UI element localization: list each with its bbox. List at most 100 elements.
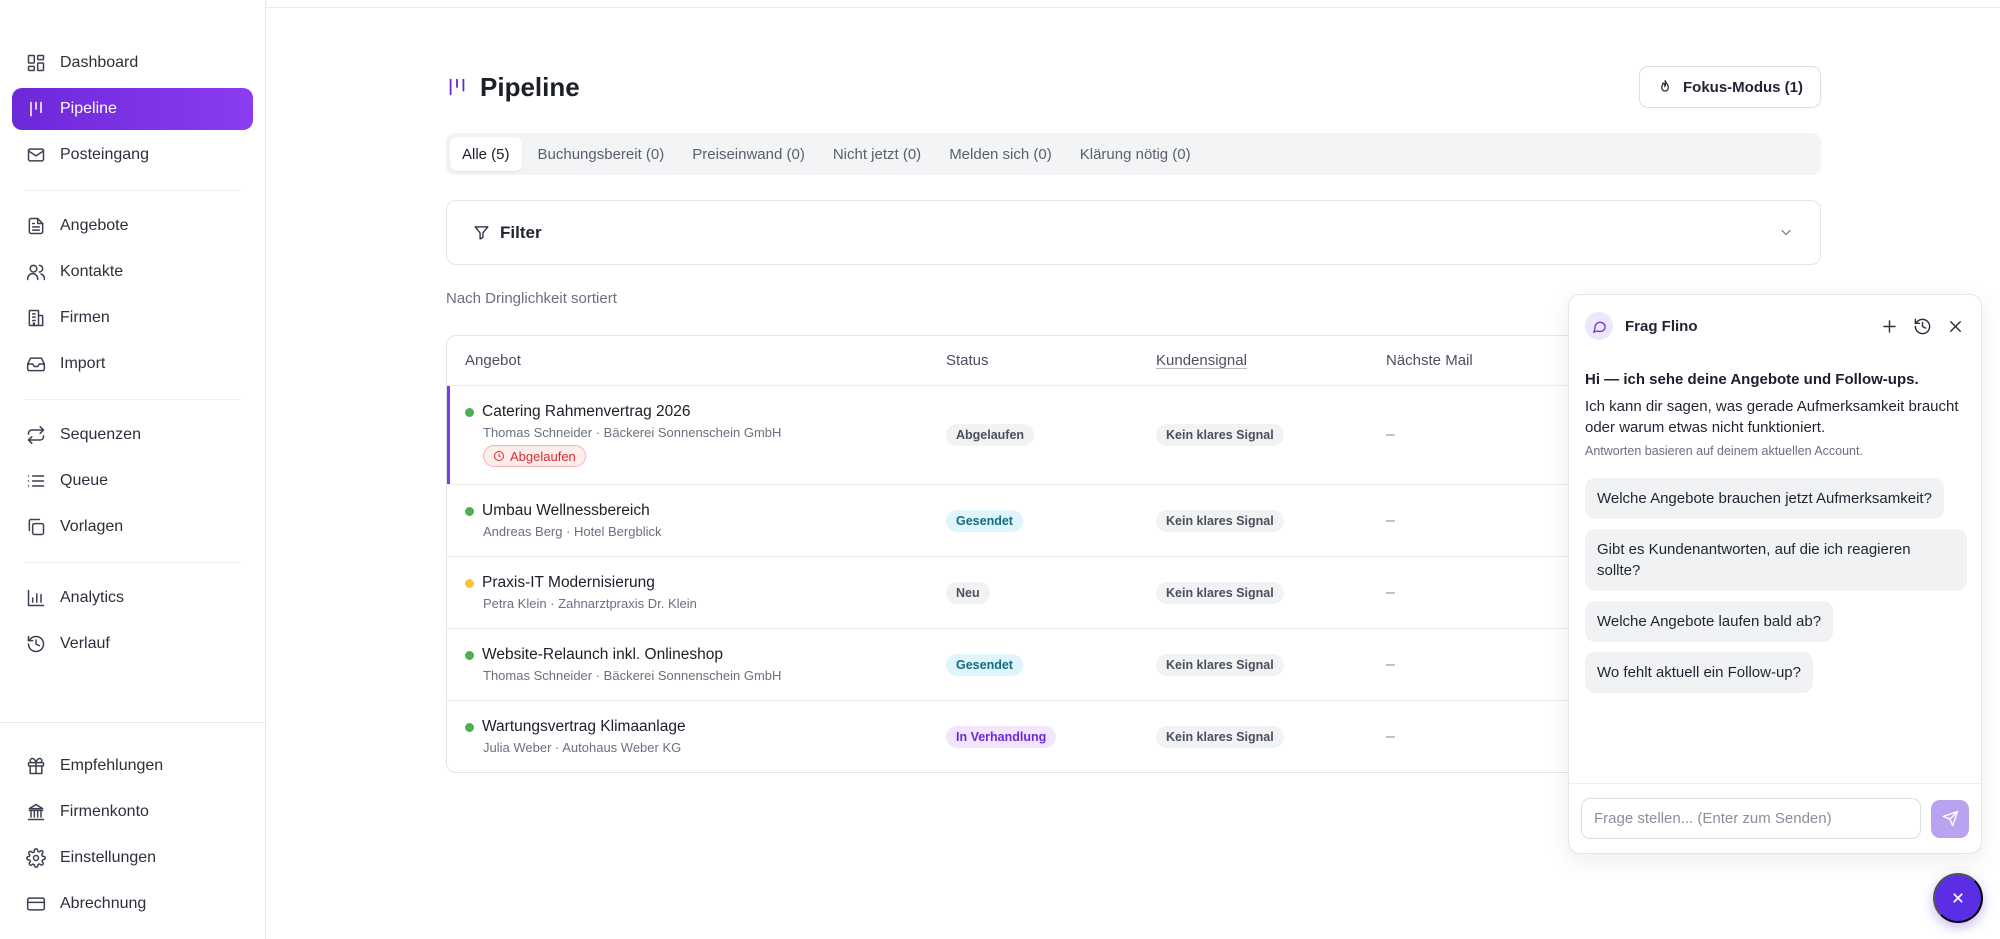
suggestion-chip[interactable]: Wo fehlt aktuell ein Follow-up? [1585,652,1813,693]
offer-title: Praxis-IT Modernisierung [482,574,655,591]
chat-intro-note: Antworten basieren auf deinem aktuellen … [1585,444,1863,458]
nav-group-data: Angebote Kontakte Firmen Import [0,205,265,385]
sidebar-item-firmenkonto[interactable]: Firmenkonto [12,791,253,833]
sidebar-item-import[interactable]: Import [12,343,253,385]
suggestion-chip[interactable]: Welche Angebote brauchen jetzt Aufmerksa… [1585,478,1944,519]
sidebar-item-label: Pipeline [60,100,117,117]
next-mail-cell: – [1386,426,1395,443]
tab-klaerung-noetig[interactable]: Klärung nötig (0) [1068,137,1203,171]
column-header-status[interactable]: Status [946,352,1156,369]
signal-badge: Kein klares Signal [1156,424,1284,446]
suggestion-chip[interactable]: Gibt es Kundenantworten, auf die ich rea… [1585,529,1967,591]
sidebar-item-sequenzen[interactable]: Sequenzen [12,414,253,456]
nav-group-account: Empfehlungen Firmenkonto Einstellungen A… [0,722,265,939]
sidebar-item-label: Empfehlungen [60,757,164,774]
nav-divider [24,190,241,191]
status-badge: Neu [946,581,990,604]
send-icon [1942,810,1958,827]
status-dot [465,722,474,732]
plus-icon[interactable] [1880,317,1899,336]
offer-cell: Website-Relaunch inkl. Onlineshop Thomas… [447,646,946,683]
sidebar-item-dashboard[interactable]: Dashboard [12,42,253,84]
chat-avatar [1585,312,1613,340]
tab-alle[interactable]: Alle (5) [450,137,522,171]
filter-label: Filter [500,222,542,242]
flame-icon [1661,80,1669,92]
signal-cell: Kein klares Signal [1156,653,1386,676]
status-dot [465,650,474,660]
expired-badge-label: Abgelaufen [510,448,576,464]
chat-header: Frag Flino [1569,295,1981,357]
tab-melden-sich[interactable]: Melden sich (0) [937,137,1064,171]
clock-icon [494,451,504,461]
gear-icon [26,848,46,868]
inbox-icon [26,357,46,372]
offer-cell: Umbau Wellnessbereich Andreas Berg · Hot… [447,502,946,539]
offer-contact: Thomas Schneider · Bäckerei Sonnenschein… [483,425,782,440]
sidebar-item-kontakte[interactable]: Kontakte [12,251,253,293]
sidebar-item-label: Kontakte [60,263,124,280]
focus-mode-label: Fokus-Modus (1) [1683,78,1803,96]
close-assistant-button[interactable] [1933,873,1983,923]
filter-header: Filter [473,223,542,243]
column-header-kundensignal[interactable]: Kundensignal [1156,352,1386,369]
sidebar-item-firmen[interactable]: Firmen [12,297,253,339]
offer-title-line: Catering Rahmenvertrag 2026 [465,403,946,421]
sidebar-item-abrechnung[interactable]: Abrechnung [12,883,253,925]
nav-divider [24,562,241,563]
offer-title-line: Umbau Wellnessbereich [465,502,946,520]
sidebar-item-analytics[interactable]: Analytics [12,577,253,619]
status-cell: Gesendet [946,653,1156,676]
history-icon[interactable] [1913,317,1932,336]
focus-mode-button[interactable]: Fokus-Modus (1) [1639,66,1821,108]
tab-buchungsbereit[interactable]: Buchungsbereit (0) [526,137,677,171]
copy-icon [28,518,45,536]
tab-preiseinwand[interactable]: Preiseinwand (0) [680,137,817,171]
offer-title: Website-Relaunch inkl. Onlineshop [482,646,723,663]
nav-divider [24,399,241,400]
sidebar-item-label: Einstellungen [60,849,157,866]
chat-intro-text: Ich kann dir sagen, was gerade Aufmerksa… [1585,398,1959,436]
column-header-label: Kundensignal [1156,352,1247,369]
sidebar-item-queue[interactable]: Queue [12,460,253,502]
title-group: Pipeline [446,72,580,103]
filter-toggle[interactable]: Filter [446,200,1821,265]
filter-icon [474,226,489,240]
close-icon [1953,893,1963,903]
status-cell: Abgelaufen [946,424,1156,446]
page-header: Pipeline Fokus-Modus (1) [446,66,1821,108]
offer-title: Umbau Wellnessbereich [482,502,650,519]
suggestion-list: Welche Angebote brauchen jetzt Aufmerksa… [1585,468,1967,693]
nav-group-automation: Sequenzen Queue Vorlagen [0,414,265,548]
tab-nicht-jetzt[interactable]: Nicht jetzt (0) [821,137,933,171]
chat-title: Frag Flino [1625,317,1698,335]
sidebar-item-posteingang[interactable]: Posteingang [12,134,253,176]
sidebar-item-pipeline[interactable]: Pipeline [12,88,253,130]
send-button[interactable] [1931,799,1969,838]
chat-input[interactable] [1581,798,1922,839]
sidebar-item-vorlagen[interactable]: Vorlagen [12,506,253,548]
signal-cell: Kein klares Signal [1156,581,1386,604]
column-header-naechste-mail[interactable]: Nächste Mail [1386,352,1586,369]
next-mail-cell: – [1386,583,1395,601]
offer-cell: Praxis-IT Modernisierung Petra Klein · Z… [447,574,946,611]
column-header-angebot[interactable]: Angebot [447,352,946,369]
sidebar-item-einstellungen[interactable]: Einstellungen [12,837,253,879]
offer-contact: Andreas Berg · Hotel Bergblick [483,524,662,539]
next-mail-cell: – [1386,511,1395,529]
bank-icon [27,803,45,821]
status-badge: Abgelaufen [946,424,1035,446]
sidebar-item-angebote[interactable]: Angebote [12,205,253,247]
chat-body: Hi — ich sehe deine Angebote und Follow-… [1569,357,1981,693]
status-tabs: Alle (5) Buchungsbereit (0) Preiseinwand… [446,133,1821,175]
sidebar-item-label: Abrechnung [60,895,147,912]
building-icon [28,309,44,327]
offer-cell: Wartungsvertrag Klimaanlage Julia Weber … [447,718,946,755]
assistant-chat-panel: Frag Flino Hi — ich sehe deine Angebote … [1568,294,1982,854]
sidebar-item-label: Posteingang [60,146,149,163]
suggestion-chip[interactable]: Welche Angebote laufen bald ab? [1585,601,1834,642]
close-icon[interactable] [1946,317,1965,336]
sidebar-item-verlauf[interactable]: Verlauf [12,623,253,665]
sidebar-item-empfehlungen[interactable]: Empfehlungen [12,745,253,787]
mail-icon [27,148,45,162]
